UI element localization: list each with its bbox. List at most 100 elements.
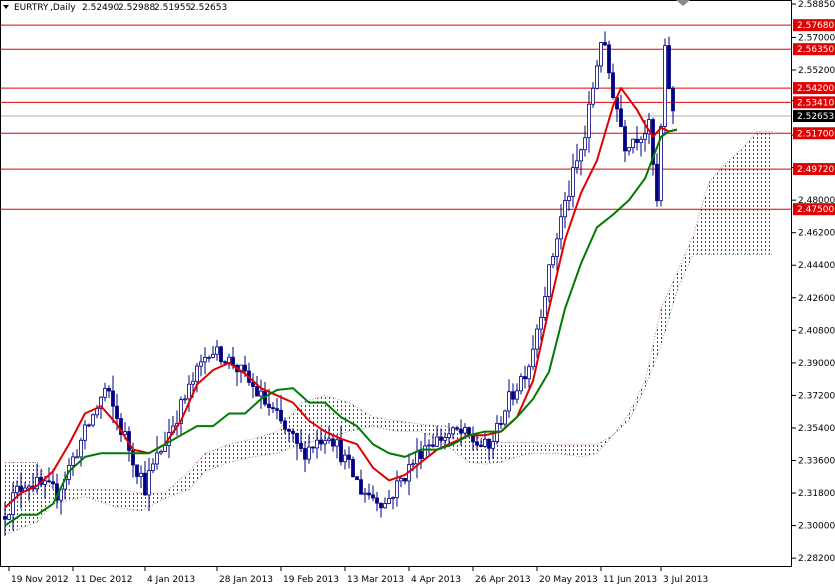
cloud-slice: [231, 443, 235, 462]
price-bar-body: [71, 456, 75, 466]
price-bar-body: [303, 448, 307, 460]
cloud-slice: [235, 442, 239, 461]
cloud-slice: [135, 492, 139, 511]
cloud-slice: [563, 444, 567, 455]
x-tick-label: 28 Jan 2013: [219, 575, 273, 585]
price-bar-body: [291, 430, 295, 434]
price-bar-body: [439, 436, 443, 441]
cloud-slice: [107, 489, 111, 505]
cloud-slice: [559, 444, 563, 454]
x-tick-label: 26 Apr 2013: [475, 575, 531, 585]
price-bar-body: [283, 420, 287, 430]
ohlc-high: 2.52988: [118, 3, 155, 13]
price-bar-body: [571, 167, 575, 197]
price-bar-body: [567, 195, 571, 201]
cloud-slice: [223, 445, 227, 464]
cloud-slice: [95, 489, 99, 501]
price-bar-body: [391, 497, 395, 499]
price-bar-body: [11, 492, 15, 515]
cloud-slice: [75, 489, 79, 499]
price-bar-body: [471, 435, 475, 443]
price-chart[interactable]: 2.588502.570002.552002.535002.516002.498…: [0, 0, 835, 587]
price-bar-body: [19, 485, 23, 492]
price-bar-body: [359, 479, 363, 495]
cloud-slice: [155, 493, 159, 503]
price-bar-body: [427, 444, 431, 447]
ohlc-open: 2.52490: [82, 3, 119, 13]
cloud-slice: [215, 448, 219, 467]
cloud-slice: [663, 299, 667, 332]
price-bar-body: [643, 133, 647, 140]
cloud-slice: [587, 444, 591, 456]
price-bar-body: [275, 408, 279, 411]
cloud-slice: [187, 471, 191, 490]
price-bar-body: [207, 357, 211, 359]
price-bar-body: [539, 317, 543, 330]
price-bar-body: [419, 451, 423, 459]
price-bar-body: [603, 42, 607, 46]
cloud-slice: [271, 432, 275, 454]
price-bar-body: [83, 424, 87, 441]
price-bar-body: [259, 390, 263, 397]
price-bar-body: [363, 492, 367, 495]
price-bar-body: [547, 264, 551, 297]
cloud-slice: [751, 135, 755, 255]
cloud-slice: [179, 478, 183, 493]
cloud-slice: [647, 362, 651, 378]
cloud-slice: [131, 491, 135, 510]
cloud-slice: [399, 421, 403, 432]
price-bar-body: [15, 485, 19, 494]
cloud-slice: [387, 419, 391, 430]
cloud-slice: [715, 173, 719, 255]
price-bar-body: [139, 472, 143, 477]
cloud-slice: [127, 491, 131, 510]
x-tick-label: 3 Jul 2013: [663, 575, 708, 585]
price-bar-body: [623, 126, 627, 152]
price-bar-body: [515, 390, 519, 400]
y-tick-label: 2.58850: [798, 0, 835, 10]
x-tick-label: 4 Apr 2013: [411, 575, 461, 585]
cloud-slice: [203, 453, 207, 472]
cloud-slice: [103, 489, 107, 504]
cloud-slice: [343, 401, 347, 433]
cloud-slice: [655, 326, 659, 356]
level-price-label: 2.54200: [797, 84, 834, 94]
cloud-slice: [347, 402, 351, 432]
x-tick-label: 11 Dec 2012: [75, 575, 133, 585]
time-axis: 19 Nov 2012 11 Dec 2012 4 Jan 2013 28 Jan 2…: [8, 566, 708, 585]
price-bar-body: [47, 480, 51, 483]
x-tick-label: 19 Nov 2012: [11, 575, 69, 585]
cloud-slice: [251, 438, 255, 457]
cloud-slice: [403, 421, 407, 432]
price-bar-body: [411, 463, 415, 466]
cloud-slice: [171, 485, 175, 496]
cloud-slice: [115, 489, 119, 508]
cloud-slice: [551, 443, 555, 454]
cloud-slice: [575, 444, 579, 457]
price-bar-body: [147, 470, 151, 496]
price-bar-body: [111, 390, 115, 407]
y-tick-label: 2.28200: [798, 554, 835, 564]
cloud-slice: [375, 417, 379, 428]
cloud-slice: [659, 308, 663, 345]
cloud-slice: [23, 462, 27, 527]
cloud-slice: [123, 490, 127, 509]
cloud-slice: [311, 399, 315, 442]
y-tick-label: 2.44400: [798, 261, 835, 271]
price-bar-body: [635, 138, 639, 143]
price-bar-body: [459, 428, 463, 434]
price-bar-body: [483, 438, 487, 447]
price-bar-body: [159, 451, 163, 454]
price-bar-body: [191, 380, 195, 385]
cloud-slice: [687, 245, 691, 264]
cloud-slice: [239, 441, 243, 460]
price-bar-body: [199, 361, 203, 367]
y-tick-label: 2.30000: [798, 522, 835, 532]
price-bar-body: [211, 353, 215, 358]
price-bar-body: [555, 238, 559, 258]
price-bar-body: [387, 498, 391, 505]
cloud-slice: [99, 489, 103, 503]
price-bar-body: [287, 428, 291, 432]
cloud-slice: [219, 447, 223, 466]
cloud-slice: [539, 443, 543, 454]
